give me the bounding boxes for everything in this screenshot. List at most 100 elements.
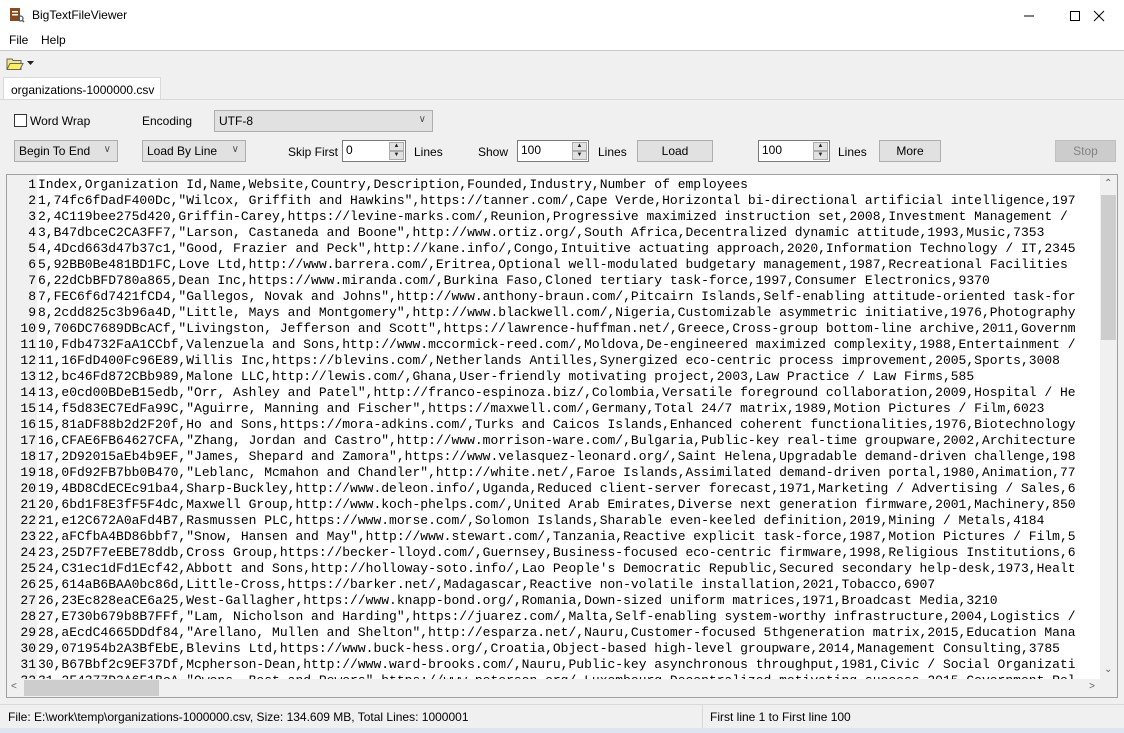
spin-down-icon[interactable]: ▼: [572, 151, 587, 160]
minimize-button[interactable]: [1006, 0, 1052, 31]
spin-up-icon[interactable]: ▲: [389, 142, 404, 151]
line-text: 1,74fc6fDadF400Dc,"Wilcox, Griffith and …: [38, 193, 1076, 208]
skip-first-input[interactable]: 0 ▲ ▼: [342, 140, 406, 162]
menu-help[interactable]: Help: [41, 33, 66, 47]
close-icon: [1093, 10, 1105, 21]
text-line: 1 Index,Organization Id,Name,Website,Coun…: [7, 177, 1101, 193]
text-line: 22 21,e12C672A0aFd4B7,Rasmussen PLC,https…: [7, 513, 1101, 529]
text-line: 23 22,aFCfbA4BD86bbf7,"Snow, Hansen and M…: [7, 529, 1101, 545]
text-line: 18 17,2D92015aEb4b9EF,"James, Shepard and…: [7, 449, 1101, 465]
tab-label: organizations-1000000.csv: [11, 83, 155, 97]
line-number: 9: [28, 305, 36, 320]
skip-first-value: 0: [346, 143, 353, 157]
show-label: Show: [478, 145, 509, 159]
line-number: 29: [20, 625, 36, 640]
line-number: 14: [20, 385, 36, 400]
vertical-scrollbar[interactable]: ⌃ ⌄: [1100, 175, 1117, 679]
text-line: 24 23,25D7F7eEBE78ddb,Cross Group,https:/…: [7, 545, 1101, 561]
word-wrap-label: Word Wrap: [30, 114, 91, 128]
menu-file[interactable]: File: [9, 33, 28, 47]
status-range-info: First line 1 to First line 100: [710, 710, 851, 724]
vertical-scroll-thumb[interactable]: [1101, 195, 1116, 340]
load-button[interactable]: Load: [637, 140, 713, 162]
stop-button[interactable]: Stop: [1055, 140, 1116, 162]
line-text: 25,614aB6BAA0bc86d,Little-Cross,https://…: [38, 577, 936, 592]
more-lines-label: Lines: [838, 145, 867, 159]
folder-open-icon[interactable]: [6, 57, 24, 71]
show-lines-input[interactable]: 100 ▲ ▼: [517, 140, 589, 162]
line-number: 30: [20, 641, 36, 656]
horizontal-scroll-thumb[interactable]: [24, 680, 159, 696]
line-number: 23: [20, 529, 36, 544]
spin-down-icon[interactable]: ▼: [389, 151, 404, 160]
line-text: 19,4BD8CdECEc91ba4,Sharp-Buckley,http://…: [38, 481, 1076, 496]
line-number: 24: [20, 545, 36, 560]
text-line: 12 11,16FdD400Fc96E89,Willis Inc,https://…: [7, 353, 1101, 369]
line-text: 9,706DC7689DBcACf,"Livingston, Jefferson…: [38, 321, 1076, 336]
line-text: 6,22dCbBFD780a865,Dean Inc,https://www.m…: [38, 273, 990, 288]
direction-select[interactable]: Begin To End ∨: [14, 140, 118, 162]
text-line: 17 16,CFAE6FB64627CFA,"Zhang, Jordan and …: [7, 433, 1101, 449]
status-separator: [702, 705, 703, 729]
text-line: 16 15,81aDF88b2d2F20f,Ho and Sons,https:/…: [7, 417, 1101, 433]
more-button[interactable]: More: [879, 140, 941, 162]
line-number: 17: [20, 433, 36, 448]
show-lines-label: Lines: [598, 145, 627, 159]
text-line: 10 9,706DC7689DBcACf,"Livingston, Jeffers…: [7, 321, 1101, 337]
line-text: 12,bc46Fd872CBb989,Malone LLC,http://lew…: [38, 369, 975, 384]
text-line: 4 3,B47dbceC2CA3FF7,"Larson, Castaneda an…: [7, 225, 1101, 241]
line-text: 13,e0cd00BDeB15edb,"Orr, Ashley and Pate…: [38, 385, 1076, 400]
line-text: 17,2D92015aEb4b9EF,"James, Shepard and Z…: [38, 449, 1076, 464]
line-number: 1: [28, 177, 36, 192]
line-number: 20: [20, 481, 36, 496]
line-text: 20,6bd1F8E3fF5F4dc,Maxwell Group,http://…: [38, 497, 1076, 512]
scroll-right-icon[interactable]: >: [1089, 681, 1095, 692]
line-number: 12: [20, 353, 36, 368]
chevron-down-icon: ∨: [231, 144, 239, 155]
line-number: 26: [20, 577, 36, 592]
text-line: 14 13,e0cd00BDeB15edb,"Orr, Ashley and Pa…: [7, 385, 1101, 401]
load-mode-select[interactable]: Load By Line ∨: [142, 140, 246, 162]
scroll-left-icon[interactable]: <: [11, 681, 17, 692]
line-number: 5: [28, 241, 36, 256]
text-lines: 1 Index,Organization Id,Name,Website,Coun…: [7, 177, 1101, 679]
scroll-down-icon[interactable]: ⌄: [1104, 664, 1112, 675]
tab-file[interactable]: organizations-1000000.csv: [3, 77, 162, 100]
line-text: 4,4Dcd663d47b37c1,"Good, Frazier and Pec…: [38, 241, 1076, 256]
skip-lines-label: Lines: [414, 145, 443, 159]
text-viewer[interactable]: 1 Index,Organization Id,Name,Website,Coun…: [6, 174, 1118, 698]
spin-down-icon[interactable]: ▼: [813, 151, 828, 160]
scroll-up-icon[interactable]: ⌃: [1104, 178, 1112, 189]
menu-bar: File Help: [0, 31, 1124, 51]
dropdown-arrow-icon[interactable]: [27, 61, 35, 66]
close-button[interactable]: [1076, 0, 1122, 31]
line-number: 7: [28, 273, 36, 288]
line-text: 8,2cdd825c3b96a4D,"Little, Mays and Mont…: [38, 305, 1076, 320]
text-line: 28 27,E730b679b8B7FFf,"Lam, Nicholson and…: [7, 609, 1101, 625]
line-number: 11: [20, 337, 36, 352]
text-line: 6 5,92BB0Be481BD1FC,Love Ltd,http://www.b…: [7, 257, 1101, 273]
line-text: 27,E730b679b8B7FFf,"Lam, Nicholson and H…: [38, 609, 1076, 624]
line-text: 23,25D7F7eEBE78ddb,Cross Group,https://b…: [38, 545, 1076, 560]
text-line: 27 26,23Ec828eaCE6a25,West-Gallagher,http…: [7, 593, 1101, 609]
spin-up-icon[interactable]: ▲: [572, 142, 587, 151]
text-line: 9 8,2cdd825c3b96a4D,"Little, Mays and Mon…: [7, 305, 1101, 321]
encoding-value: UTF-8: [219, 114, 253, 128]
more-lines-input[interactable]: 100 ▲ ▼: [758, 140, 830, 162]
encoding-select[interactable]: UTF-8 ∨: [214, 110, 433, 132]
line-text: 30,B67Bbf2c9EF37Df,Mcpherson-Dean,http:/…: [38, 657, 1076, 672]
load-mode-value: Load By Line: [147, 144, 218, 158]
line-number: 3: [28, 209, 36, 224]
line-text: 2,4C119bee275d420,Griffin-Carey,https://…: [38, 209, 1068, 224]
line-text: Index,Organization Id,Name,Website,Count…: [38, 177, 748, 192]
line-number: 19: [20, 465, 36, 480]
line-number: 15: [20, 401, 36, 416]
spin-up-icon[interactable]: ▲: [813, 142, 828, 151]
horizontal-scrollbar[interactable]: < >: [7, 679, 1101, 697]
line-number: 31: [20, 657, 36, 672]
line-text: 29,071954b2A3BfEbE,Blevins Ltd,https://w…: [38, 641, 1060, 656]
line-text: 7,FEC6f6d7421fCD4,"Gallegos, Novak and J…: [38, 289, 1076, 304]
line-text: 15,81aDF88b2d2F20f,Ho and Sons,https://m…: [38, 417, 1076, 432]
word-wrap-checkbox[interactable]: [14, 114, 27, 127]
line-text: 18,0Fd92FB7bb0B470,"Leblanc, Mcmahon and…: [38, 465, 1076, 480]
